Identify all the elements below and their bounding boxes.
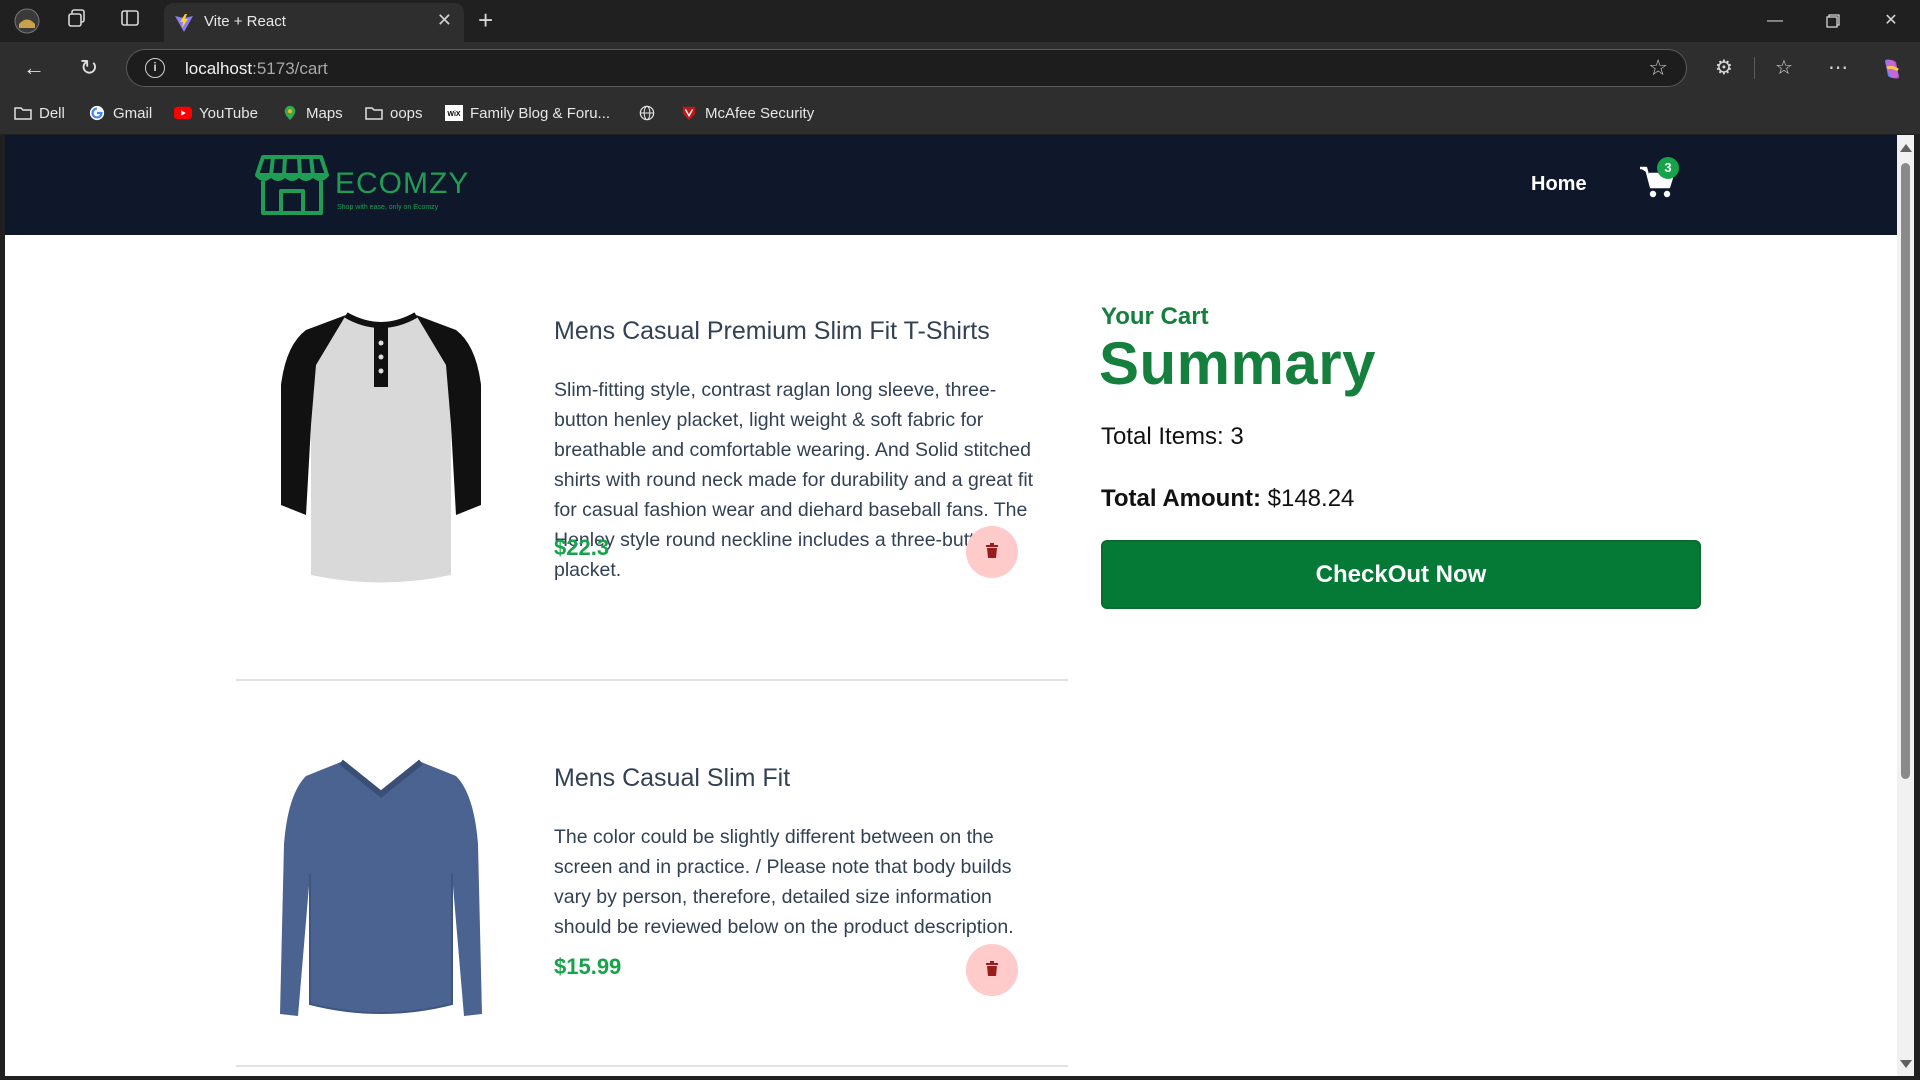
summary-label: Your Cart — [1101, 303, 1209, 330]
page-scrollbar[interactable] — [1897, 135, 1914, 1076]
bookmark-mcafee[interactable]: McAfee Security — [680, 104, 814, 124]
nav-home-link[interactable]: Home — [1531, 173, 1587, 196]
total-amount: Total Amount: $148.24 — [1101, 485, 1354, 513]
tab-close-icon[interactable]: ✕ — [437, 10, 452, 31]
cart-count-badge: 3 — [1657, 157, 1679, 179]
scroll-up-arrow-icon[interactable] — [1900, 144, 1912, 152]
toolbar-divider — [1754, 57, 1755, 79]
tab-title: Vite + React — [204, 13, 286, 30]
folder-icon — [14, 107, 32, 120]
favorite-star-icon[interactable]: ☆ — [1648, 55, 1668, 81]
bookmark-youtube[interactable]: YouTube — [174, 104, 258, 124]
summary-title: Summary — [1099, 330, 1376, 397]
scrollbar-thumb[interactable] — [1901, 163, 1910, 779]
browser-tab-bar: Vite + React ✕ + — ✕ — [0, 0, 1920, 42]
url-text[interactable]: localhost:5173/cart — [185, 59, 328, 79]
scroll-down-arrow-icon[interactable] — [1900, 1060, 1912, 1068]
globe-icon — [639, 105, 655, 121]
more-menu-icon[interactable]: ⋯ — [1822, 52, 1854, 84]
item-price: $15.99 — [554, 954, 622, 979]
page-viewport: ECOMZY Shop with ease, only on Ecomzy Ho… — [5, 135, 1897, 1076]
wix-icon: WiX — [445, 105, 463, 121]
bookmark-dell[interactable]: Dell — [14, 104, 65, 124]
ecomzy-logo[interactable]: ECOMZY Shop with ease, only on Ecomzy — [255, 151, 468, 219]
delete-item-button[interactable] — [966, 526, 1018, 578]
site-navbar: ECOMZY Shop with ease, only on Ecomzy Ho… — [5, 135, 1897, 235]
henley-shirt-image — [281, 312, 481, 583]
mcafee-icon — [682, 106, 696, 121]
logo-text: ECOMZY — [335, 167, 470, 200]
refresh-icon[interactable]: ↻ — [73, 52, 105, 84]
long-sleeve-shirt-image — [280, 759, 482, 1016]
delete-item-button[interactable] — [966, 944, 1018, 996]
bookmark-globe[interactable] — [638, 104, 663, 124]
site-info-icon[interactable]: i — [145, 58, 165, 78]
checkout-button[interactable]: CheckOut Now — [1101, 540, 1701, 609]
bookmark-oops[interactable]: oops — [365, 104, 423, 124]
favorites-icon[interactable]: ☆ — [1768, 52, 1800, 84]
close-window-icon[interactable]: ✕ — [1868, 6, 1914, 36]
profile-avatar-icon[interactable] — [14, 8, 40, 34]
maps-pin-icon — [284, 105, 296, 121]
copilot-icon[interactable] — [1876, 52, 1908, 84]
logo-tagline: Shop with ease, only on Ecomzy — [337, 204, 439, 211]
minimize-icon[interactable]: — — [1752, 6, 1798, 36]
bookmark-maps[interactable]: Maps — [281, 104, 343, 124]
google-icon — [89, 105, 105, 121]
item-description: The color could be slightly different be… — [554, 826, 1014, 938]
item-price: $22.3 — [554, 535, 610, 560]
restore-icon[interactable] — [1810, 6, 1856, 36]
total-amount-label: Total Amount: — [1101, 485, 1261, 512]
total-items: Total Items: 3 — [1101, 423, 1244, 450]
item-title: Mens Casual Premium Slim Fit T-Shirts — [554, 317, 990, 345]
item-divider — [236, 1065, 1068, 1067]
vite-favicon-icon — [175, 14, 193, 32]
folder-icon — [365, 107, 383, 120]
item-divider — [236, 679, 1068, 681]
youtube-icon — [174, 106, 192, 120]
trash-icon — [986, 961, 998, 976]
new-tab-icon[interactable]: + — [478, 5, 493, 36]
workspaces-icon[interactable] — [64, 8, 90, 34]
item-title: Mens Casual Slim Fit — [554, 764, 791, 792]
bookmarks-bar: Dell Gmail YouTube Maps oops WiX Family B… — [0, 94, 1920, 134]
address-bar[interactable]: i localhost:5173/cart ☆ — [126, 49, 1687, 87]
svg-text:WiX: WiX — [447, 111, 460, 118]
total-amount-value: $148.24 — [1267, 485, 1355, 512]
back-arrow-icon[interactable]: ← — [18, 52, 50, 84]
browser-toolbar: ← ↻ i localhost:5173/cart ☆ ⚙ ☆ ⋯ — [0, 42, 1920, 94]
bookmark-gmail[interactable]: Gmail — [88, 104, 152, 124]
trash-icon — [986, 543, 998, 558]
vertical-tabs-icon[interactable] — [117, 8, 143, 34]
bookmark-family-blog[interactable]: WiX Family Blog & Foru... — [445, 104, 610, 124]
extensions-icon[interactable]: ⚙ — [1708, 52, 1740, 84]
tab-vite-react[interactable]: Vite + React ✕ — [164, 3, 464, 42]
